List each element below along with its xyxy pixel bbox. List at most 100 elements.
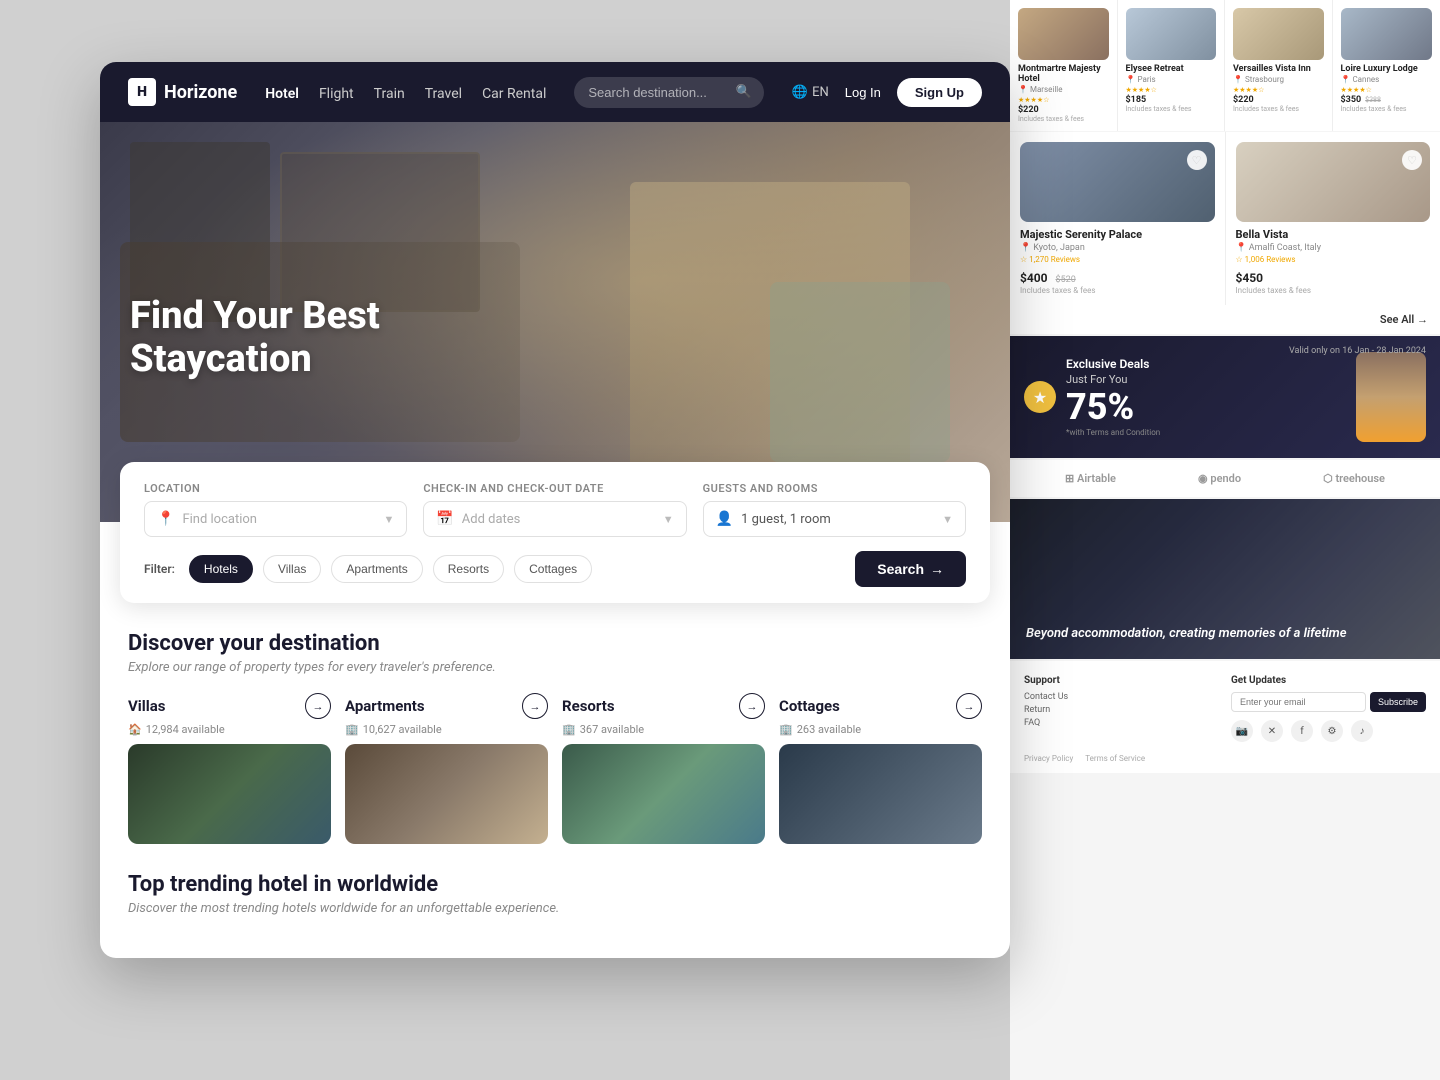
- hotel-1-price: $220: [1018, 105, 1109, 115]
- hotel-2-location: 📍 Paris: [1126, 75, 1217, 84]
- calendar-icon: 📅: [436, 511, 453, 527]
- hotel-1-loc-icon: 📍: [1018, 85, 1028, 94]
- property-resorts[interactable]: Resorts → 🏢 367 available: [562, 693, 765, 844]
- cottages-building-icon: 🏢: [779, 723, 793, 736]
- hotel-1-location: 📍 Marseille: [1018, 85, 1109, 94]
- footer-updates: Get Updates Subscribe 📷 ✕ f ⚙ ♪: [1231, 675, 1426, 742]
- logo-pendo: ◉ pendo: [1198, 472, 1241, 485]
- terms-of-service-link[interactable]: Terms of Service: [1085, 754, 1145, 763]
- hotel-4-name: Loire Luxury Lodge: [1341, 64, 1433, 74]
- privacy-policy-link[interactable]: Privacy Policy: [1024, 754, 1073, 763]
- property-cottages[interactable]: Cottages → 🏢 263 available: [779, 693, 982, 844]
- right-panel: Montmartre Majesty Hotel 📍 Marseille ★★★…: [1010, 0, 1440, 1080]
- search-button[interactable]: Search →: [855, 551, 966, 587]
- nav-train[interactable]: Train: [374, 86, 405, 102]
- heart-icon-1[interactable]: ♡: [1187, 150, 1207, 170]
- nav-travel[interactable]: Travel: [425, 86, 462, 102]
- hotel-4-loc-icon: 📍: [1341, 75, 1351, 84]
- filter-apartments[interactable]: Apartments: [331, 555, 422, 583]
- guests-chevron-icon: ▼: [942, 513, 953, 526]
- location-field: Location 📍 Find location ▼: [144, 482, 407, 537]
- hotel-mini-4[interactable]: Loire Luxury Lodge 📍 Cannes ★★★★☆ $350 $…: [1333, 0, 1440, 131]
- contact-us-link[interactable]: Contact Us: [1024, 692, 1219, 702]
- nav-flight[interactable]: Flight: [319, 86, 354, 102]
- hotel-large-1[interactable]: ♡ Majestic Serenity Palace 📍 Kyoto, Japa…: [1010, 132, 1225, 305]
- hotel-mini-3[interactable]: Versailles Vista Inn 📍 Strasbourg ★★★★☆ …: [1225, 0, 1333, 131]
- guests-icon: 👤: [716, 511, 733, 527]
- villas-name: Villas: [128, 697, 165, 715]
- nav-car-rental[interactable]: Car Rental: [482, 86, 546, 102]
- filter-villas[interactable]: Villas: [263, 555, 321, 583]
- villas-arrow: →: [305, 693, 331, 719]
- hotel-large-2-stars: ☆ 1,006 Reviews: [1236, 255, 1431, 264]
- signup-button[interactable]: Sign Up: [897, 78, 982, 107]
- heart-icon-2[interactable]: ♡: [1402, 150, 1422, 170]
- villas-count: 🏠 12,984 available: [128, 723, 331, 736]
- hotel-large-img-1: [1020, 142, 1215, 222]
- hotel-4-tax: Includes taxes & fees: [1341, 105, 1433, 113]
- subscribe-button[interactable]: Subscribe: [1370, 692, 1426, 712]
- location-chevron-icon: ▼: [383, 513, 394, 526]
- cottages-arrow: →: [956, 693, 982, 719]
- location-label: Location: [144, 482, 407, 495]
- nav-links: Hotel Flight Train Travel Car Rental: [265, 83, 546, 102]
- see-all-link[interactable]: See All →: [1010, 305, 1440, 334]
- search-bar: 🔍: [574, 77, 763, 108]
- hotel-mini-2[interactable]: Elysee Retreat 📍 Paris ★★★★☆ $185 Includ…: [1118, 0, 1226, 131]
- twitter-x-icon[interactable]: ✕: [1261, 720, 1283, 742]
- filter-cottages[interactable]: Cottages: [514, 555, 592, 583]
- date-input[interactable]: 📅 Add dates ▼: [423, 501, 686, 537]
- deals-text: Exclusive Deals Just For You 75% *with T…: [1066, 357, 1346, 437]
- hotel-large-2-name: Bella Vista: [1236, 228, 1431, 241]
- search-fields: Location 📍 Find location ▼ Check-in and …: [144, 482, 966, 537]
- login-button[interactable]: Log In: [845, 85, 881, 100]
- deals-person-image: [1356, 352, 1426, 442]
- date-chevron-icon: ▼: [663, 513, 674, 526]
- search-panel: Location 📍 Find location ▼ Check-in and …: [120, 462, 990, 603]
- resorts-name: Resorts: [562, 697, 615, 715]
- hotel-mini-row: Montmartre Majesty Hotel 📍 Marseille ★★★…: [1010, 0, 1440, 131]
- property-apartments[interactable]: Apartments → 🏢 10,627 available: [345, 693, 548, 844]
- apartments-name: Apartments: [345, 697, 425, 715]
- hotel-large-2-price: $450: [1236, 271, 1264, 285]
- hotel-large-1-loc: 📍 Kyoto, Japan: [1020, 243, 1215, 253]
- hotel-mini-1[interactable]: Montmartre Majesty Hotel 📍 Marseille ★★★…: [1010, 0, 1118, 131]
- language-button[interactable]: 🌐 EN: [792, 85, 829, 100]
- hotel-4-orig-price: $388: [1365, 96, 1381, 104]
- tiktok-icon[interactable]: ♪: [1351, 720, 1373, 742]
- filter-hotels[interactable]: Hotels: [189, 555, 253, 583]
- filter-row: Filter: Hotels Villas Apartments Resorts…: [144, 551, 966, 587]
- lang-label: EN: [812, 85, 829, 100]
- hotel-2-price: $185: [1126, 95, 1217, 105]
- promo-image-card: Beyond accommodation, creating memories …: [1010, 499, 1440, 659]
- discord-icon[interactable]: ⚙: [1321, 720, 1343, 742]
- footer-email-input[interactable]: [1231, 692, 1366, 712]
- logo-airtable: ⊞ Airtable: [1065, 472, 1116, 485]
- location-input[interactable]: 📍 Find location ▼: [144, 501, 407, 537]
- search-icon: 🔍: [736, 85, 752, 100]
- hotel-mini-img-2: [1126, 8, 1217, 60]
- hotel-large-2[interactable]: ♡ Bella Vista 📍 Amalfi Coast, Italy ☆ 1,…: [1226, 132, 1440, 305]
- main-card: H Horizone Hotel Flight Train Travel Car…: [100, 62, 1010, 958]
- deals-terms: *with Terms and Condition: [1066, 428, 1346, 437]
- property-villas[interactable]: Villas → 🏠 12,984 available: [128, 693, 331, 844]
- date-field: Check-in and Check-out Date 📅 Add dates …: [423, 482, 686, 537]
- nav-hotel[interactable]: Hotel: [265, 86, 299, 102]
- hotel-large-2-loc: 📍 Amalfi Coast, Italy: [1236, 243, 1431, 253]
- location-value: Find location: [182, 512, 257, 527]
- filter-resorts[interactable]: Resorts: [433, 555, 504, 583]
- location-icon: 📍: [157, 511, 174, 527]
- guests-input[interactable]: 👤 1 guest, 1 room ▼: [703, 501, 966, 537]
- globe-icon: 🌐: [792, 85, 808, 100]
- return-link[interactable]: Return: [1024, 705, 1219, 715]
- promo-text: Beyond accommodation, creating memories …: [1026, 626, 1347, 643]
- faq-link[interactable]: FAQ: [1024, 718, 1219, 728]
- instagram-icon[interactable]: 📷: [1231, 720, 1253, 742]
- facebook-icon[interactable]: f: [1291, 720, 1313, 742]
- hotel-2-name: Elysee Retreat: [1126, 64, 1217, 74]
- support-title: Support: [1024, 675, 1219, 686]
- hotel-3-tax: Includes taxes & fees: [1233, 105, 1324, 113]
- discover-title: Discover your destination: [128, 631, 982, 656]
- discover-section: Discover your destination Explore our ra…: [100, 603, 1010, 864]
- cottages-image: [779, 744, 982, 844]
